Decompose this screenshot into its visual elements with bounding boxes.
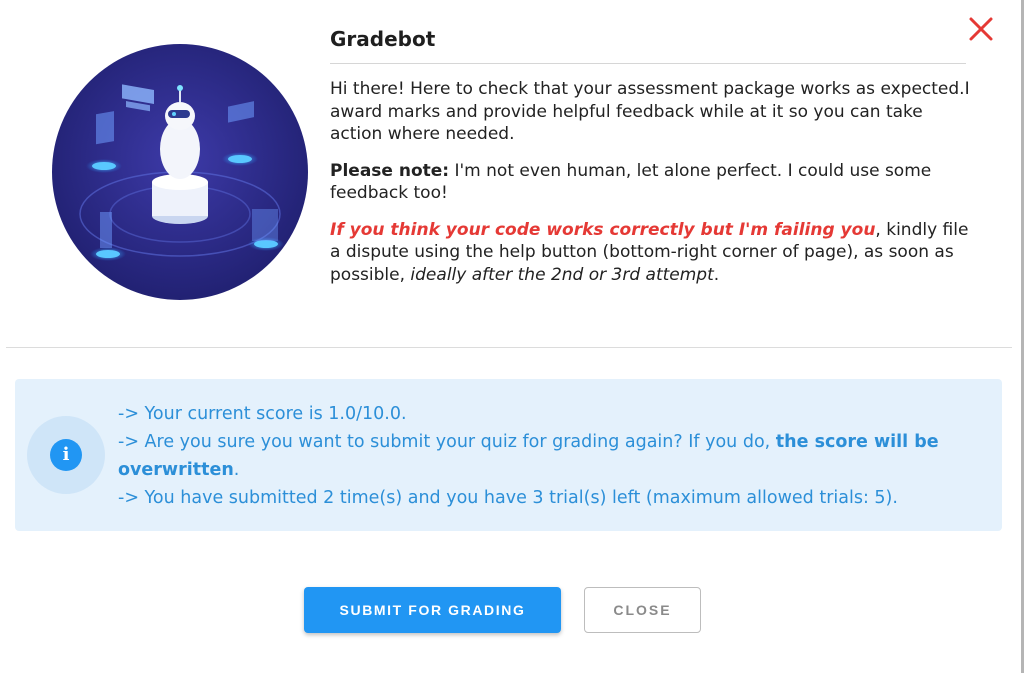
dispute-end: . <box>713 264 720 285</box>
title-divider <box>330 63 966 64</box>
confirm-resubmit-end: . <box>233 460 240 480</box>
close-button[interactable]: CLOSE <box>584 587 701 633</box>
dialog-title: Gradebot <box>330 27 436 51</box>
info-icon-halo: i <box>27 416 105 494</box>
dialog-content: Gradebot Hi there! Here to check that yo… <box>330 24 970 286</box>
confirm-resubmit-line: -> Are you sure you want to submit your … <box>118 428 988 484</box>
intro-text: Hi there! Here to check that your assess… <box>330 79 970 144</box>
trials-line: -> You have submitted 2 time(s) and you … <box>118 488 898 508</box>
note-label: Please note: <box>330 160 450 181</box>
note-paragraph: Please note: I'm not even human, let alo… <box>330 160 970 205</box>
info-text: -> Your current score is 1.0/10.0. -> Ar… <box>118 400 988 512</box>
submit-for-grading-button[interactable]: SUBMIT FOR GRADING <box>304 587 561 633</box>
gradebot-robot-illustration <box>52 44 308 300</box>
close-dialog-icon[interactable] <box>966 14 996 44</box>
dispute-italic: ideally after the 2nd or 3rd attempt <box>410 264 714 285</box>
confirm-resubmit-text: -> Are you sure you want to submit your … <box>118 432 776 452</box>
dispute-highlight: If you think your code works correctly b… <box>330 219 876 240</box>
current-score-line: -> Your current score is 1.0/10.0. <box>118 404 407 424</box>
dispute-paragraph: If you think your code works correctly b… <box>330 219 970 287</box>
info-icon: i <box>50 439 82 471</box>
section-divider <box>6 347 1012 348</box>
score-info-alert: i -> Your current score is 1.0/10.0. -> … <box>15 379 1002 531</box>
